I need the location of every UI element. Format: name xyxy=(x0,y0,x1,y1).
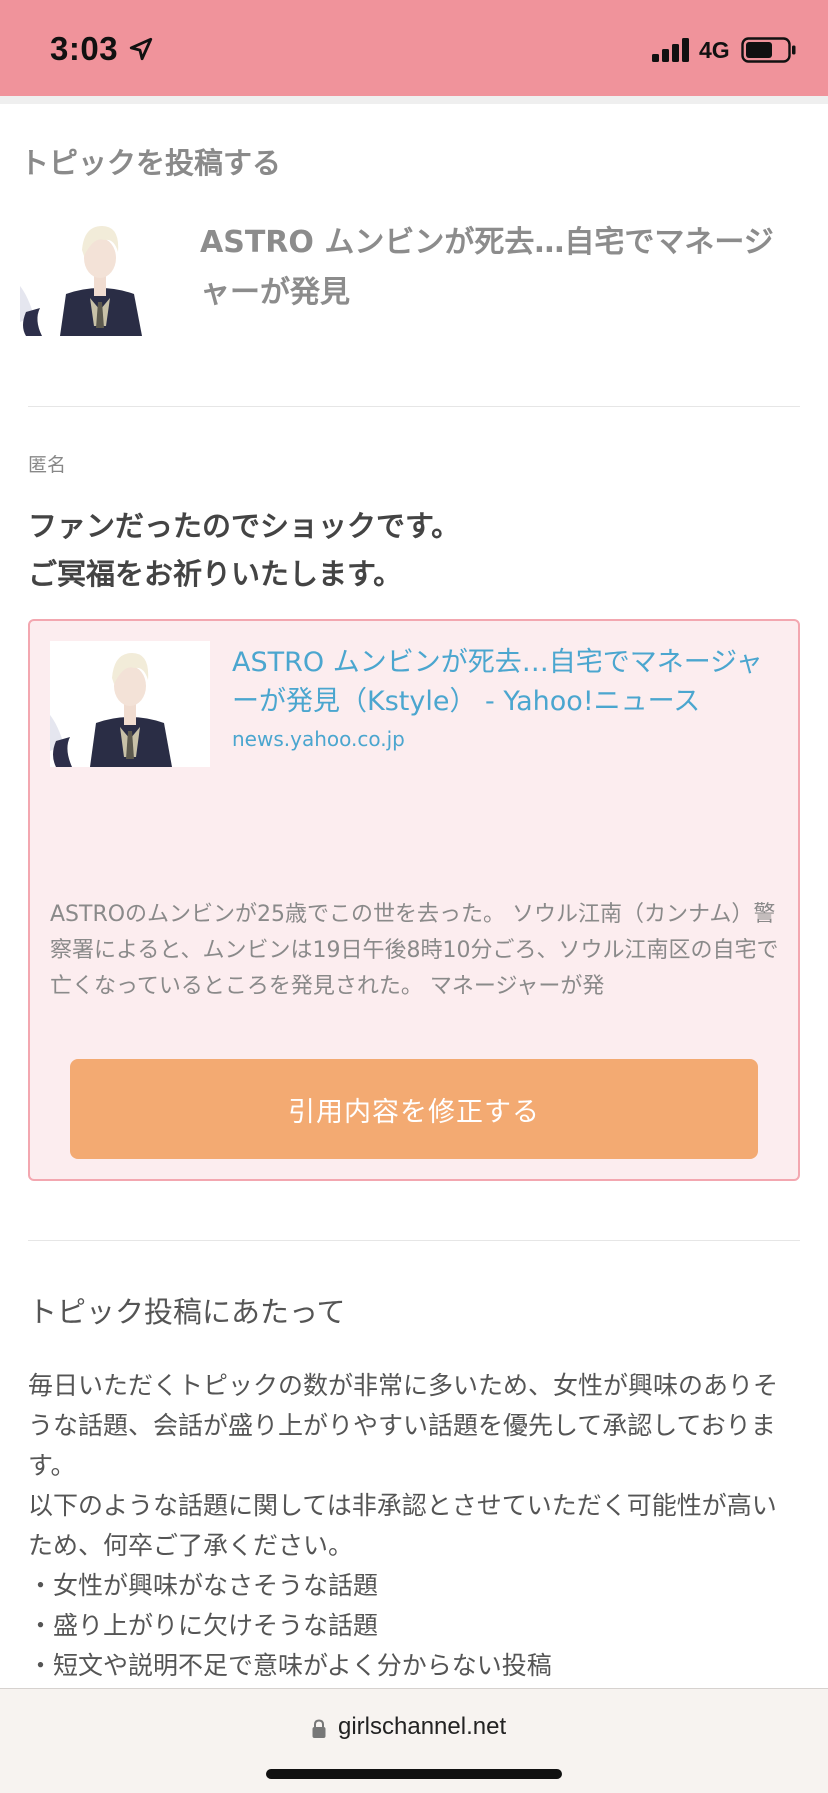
list-item: 女性が興味がなさそうな話題 xyxy=(28,1566,800,1606)
home-indicator[interactable] xyxy=(266,1769,562,1779)
page-title: トピックを投稿する xyxy=(20,146,282,180)
topic-thumbnail xyxy=(20,216,180,336)
comment-line: ご冥福をお祈りいたします。 xyxy=(28,557,403,591)
guidelines-heading: トピック投稿にあたって xyxy=(28,1295,346,1329)
edit-quote-button[interactable]: 引用内容を修正する xyxy=(70,1059,758,1159)
status-time: 3:03 xyxy=(50,30,119,67)
list-item: 盛り上がりに欠けそうな話題 xyxy=(28,1606,800,1646)
guidelines-list: 女性が興味がなさそうな話題 盛り上がりに欠けそうな話題 短文や説明不足で意味がよ… xyxy=(28,1566,800,1686)
guidelines-body: 毎日いただくトピックの数が非常に多いため、女性が興味のありそうな話題、会話が盛り… xyxy=(28,1366,800,1686)
quote-card: ASTRO ムンビンが死去…自宅でマネージャーが発見（Kstyle） - Yah… xyxy=(28,619,800,1181)
list-item: 短文や説明不足で意味がよく分からない投稿 xyxy=(28,1646,800,1686)
quote-domain[interactable]: news.yahoo.co.jp xyxy=(232,727,405,751)
divider xyxy=(28,406,800,407)
quote-excerpt: ASTROのムンビンが25歳でこの世を去った。 ソウル江南（カンナム）警察署によ… xyxy=(50,902,779,999)
guidelines-paragraph: 以下のような話題に関しては非承認とさせていただく可能性が高いため、何卒ご了承くだ… xyxy=(28,1491,777,1560)
guidelines-paragraph: 毎日いただくトピックの数が非常に多いため、女性が興味のありそうな話題、会話が盛り… xyxy=(28,1371,779,1480)
header-strip xyxy=(0,96,828,104)
divider xyxy=(28,1240,800,1241)
status-bar: 3:03 4G xyxy=(0,0,828,96)
quote-thumbnail[interactable] xyxy=(50,641,210,767)
cellular-signal-icon xyxy=(652,38,689,62)
network-type: 4G xyxy=(699,37,730,63)
battery-icon xyxy=(741,37,796,63)
lock-icon xyxy=(312,1719,326,1738)
quote-link-title[interactable]: ASTRO ムンビンが死去…自宅でマネージャーが発見（Kstyle） - Yah… xyxy=(232,643,782,721)
author-name: 匿名 xyxy=(28,454,67,476)
comment-body: ファンだったのでショックです。 ご冥福をお祈りいたします。 xyxy=(28,502,798,598)
comment-line: ファンだったのでショックです。 xyxy=(28,509,461,543)
location-arrow-icon xyxy=(129,37,153,61)
browser-address-bar[interactable]: girlschannel.net xyxy=(0,1688,828,1793)
url-text[interactable]: girlschannel.net xyxy=(338,1713,506,1741)
topic-title: ASTRO ムンビンが死去…自宅でマネージャーが発見 xyxy=(200,225,774,310)
